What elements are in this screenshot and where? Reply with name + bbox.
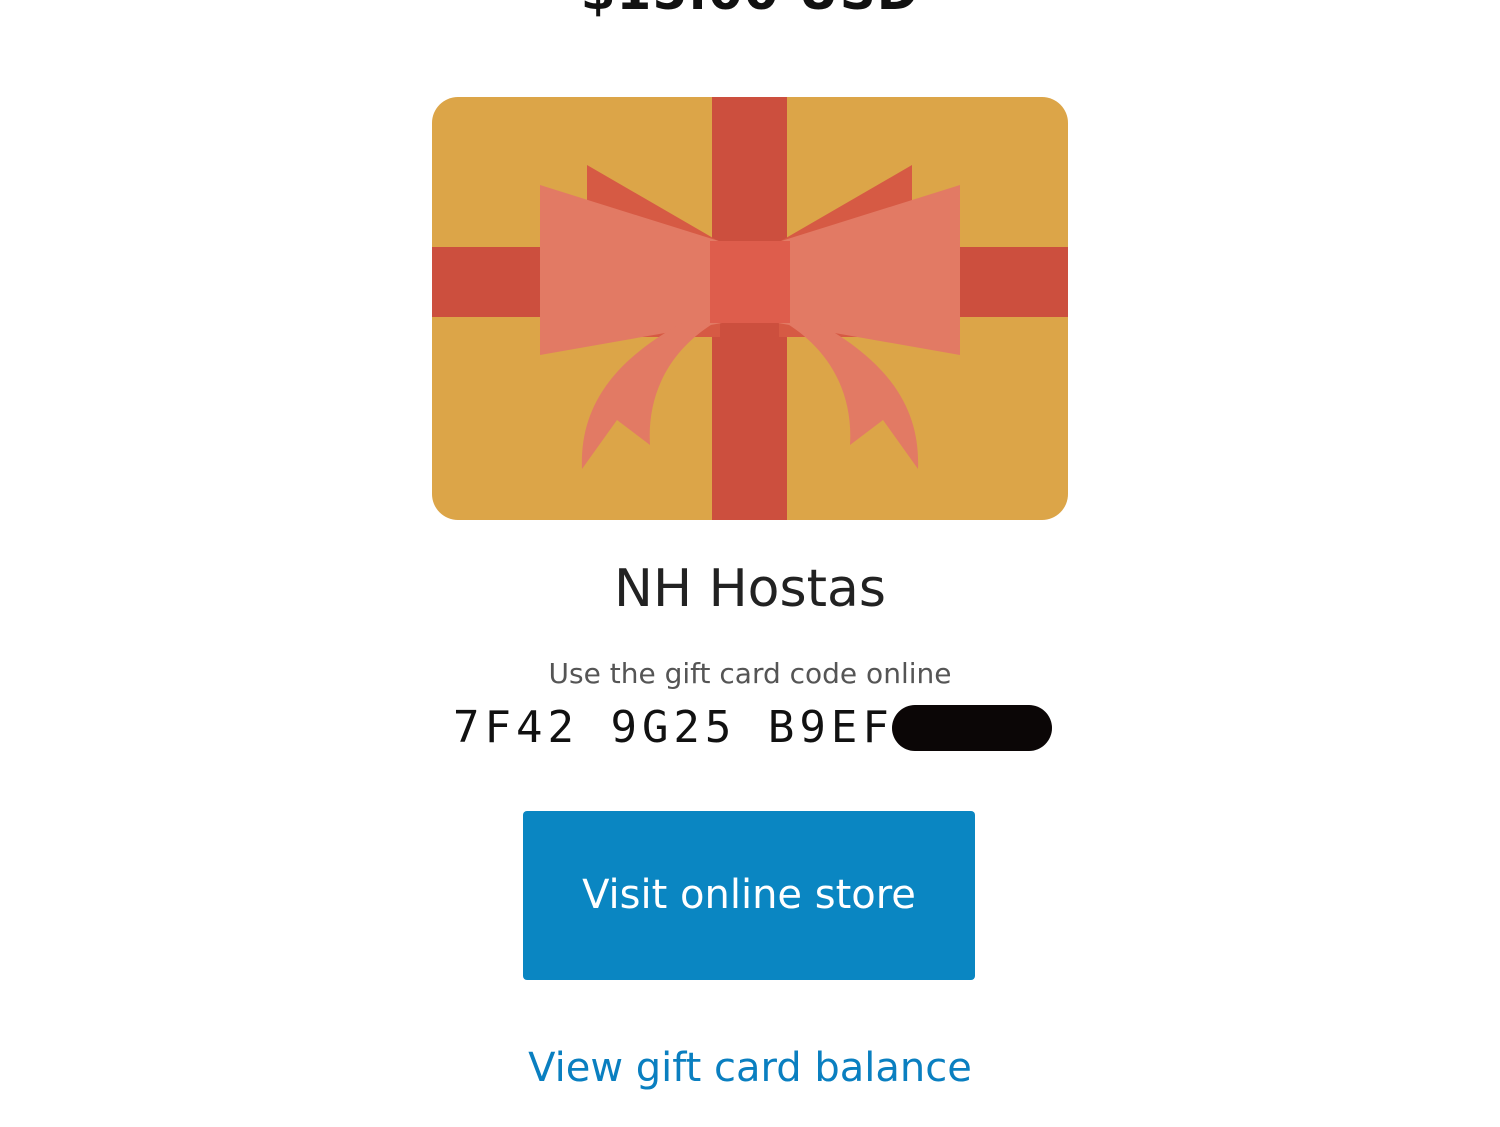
- code-instruction: Use the gift card code online: [548, 657, 952, 690]
- code-redaction-mark: [892, 705, 1052, 751]
- visit-online-store-button[interactable]: Visit online store: [523, 811, 975, 980]
- merchant-name: NH Hostas: [614, 559, 886, 619]
- gift-card-amount: $15.00 USD: [0, 0, 1500, 22]
- gift-card-page: $15.00 USD NH Hostas Use the gift card c…: [0, 0, 1500, 1127]
- gift-bow-card-icon: [432, 97, 1068, 520]
- gift-card-code: 7F42 9G25 B9EF: [453, 700, 894, 756]
- gift-card-code-text: 7F42 9G25 B9EF: [453, 702, 894, 753]
- gift-card-image: [432, 97, 1068, 520]
- view-gift-card-balance-link[interactable]: View gift card balance: [0, 1040, 1500, 1096]
